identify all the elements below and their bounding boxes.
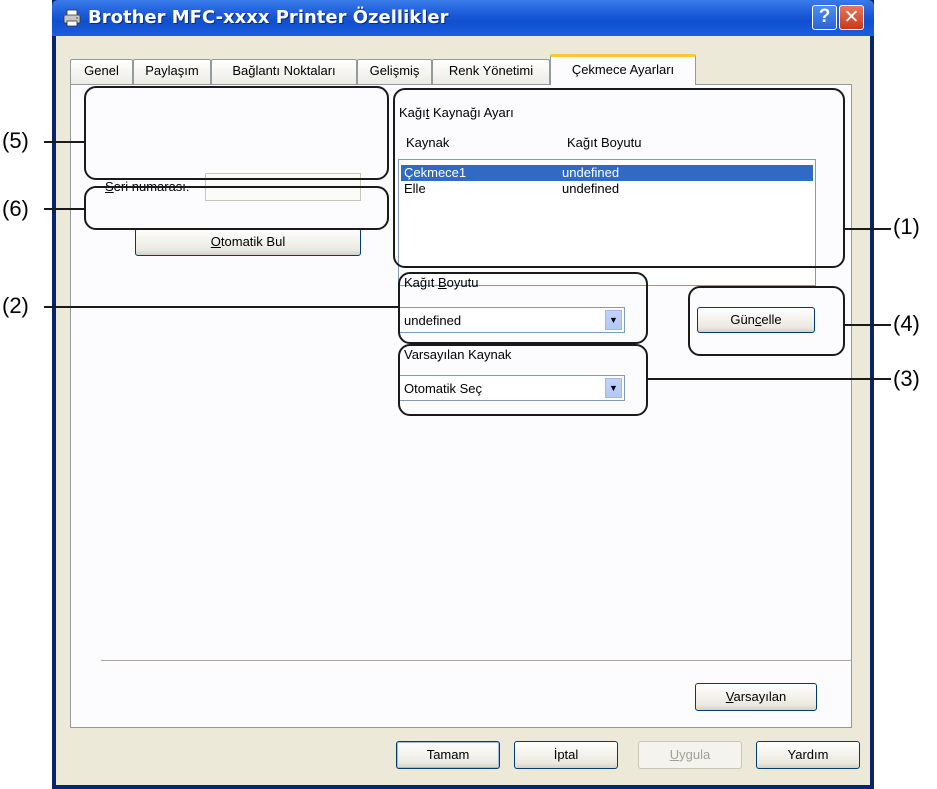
- annotation-1: (1): [893, 214, 920, 239]
- auto-detect-button[interactable]: Otomatik Bul: [135, 228, 361, 256]
- leader-line-2: [44, 306, 398, 308]
- cancel-button[interactable]: İptal: [514, 741, 618, 769]
- annotation-6: (6): [2, 196, 29, 221]
- tab-cekmece-ayarlari[interactable]: Çekmece Ayarları: [550, 54, 696, 85]
- callout-box-6: [84, 186, 389, 230]
- annotation-4: (4): [893, 311, 920, 336]
- window-title: Brother MFC-xxxx Printer Özellikler: [88, 7, 449, 28]
- help-button[interactable]: ?: [812, 5, 837, 30]
- tab-baglanti-noktalari[interactable]: Bağlantı Noktaları: [211, 59, 357, 84]
- annotation-2: (2): [2, 293, 29, 318]
- defaults-button[interactable]: Varsayılan: [695, 683, 817, 711]
- leader-line-1: [845, 228, 891, 230]
- tab-genel[interactable]: Genel: [70, 59, 133, 84]
- printer-icon: [63, 9, 81, 27]
- annotation-3: (3): [893, 366, 920, 391]
- callout-box-3: [398, 344, 648, 416]
- tab-gelismis[interactable]: Gelişmiş: [357, 59, 432, 84]
- leader-line-4: [845, 324, 891, 326]
- callout-box-2: [398, 272, 648, 344]
- leader-line-5: [44, 141, 86, 143]
- close-button[interactable]: ✕: [839, 5, 864, 30]
- tab-renk-yonetimi[interactable]: Renk Yönetimi: [432, 59, 550, 84]
- callout-box-1: [393, 88, 845, 268]
- annotation-5: (5): [2, 128, 29, 153]
- ok-button[interactable]: Tamam: [396, 741, 500, 769]
- tab-paylasim[interactable]: Paylaşım: [133, 59, 211, 84]
- title-bar[interactable]: Brother MFC-xxxx Printer Özellikler ? ✕: [52, 0, 874, 36]
- leader-line-6: [44, 208, 86, 210]
- apply-button[interactable]: Uygula: [638, 741, 742, 769]
- callout-box-5: [84, 86, 389, 180]
- separator: [101, 660, 851, 662]
- help-dialog-button[interactable]: Yardım: [756, 741, 860, 769]
- leader-line-3: [648, 378, 891, 380]
- callout-box-4: [688, 286, 845, 356]
